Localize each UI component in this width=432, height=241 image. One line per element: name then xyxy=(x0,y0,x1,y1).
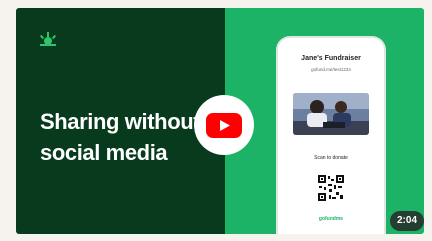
fundraiser-url: gofund.me/test1234 xyxy=(311,67,351,72)
phone-mockup: Jane's Fundraiser gofund.me/test1234 Sca… xyxy=(278,38,384,234)
headline-line-1: Sharing without xyxy=(40,109,201,134)
video-thumbnail[interactable]: Sharing without social media Jane's Fund… xyxy=(16,8,424,234)
youtube-play-icon xyxy=(206,113,242,138)
gofundme-logo-icon xyxy=(39,32,57,46)
headline: Sharing without social media xyxy=(40,106,201,168)
duration-badge: 2:04 xyxy=(390,211,424,231)
fundraiser-photo xyxy=(293,93,369,135)
play-button[interactable] xyxy=(194,95,254,155)
scan-to-donate-label: Scan to donate xyxy=(314,155,348,161)
fundraiser-title: Jane's Fundraiser xyxy=(301,55,361,62)
gofundme-wordmark: gofundme xyxy=(318,216,344,222)
headline-line-2: social media xyxy=(40,140,168,165)
qr-code xyxy=(318,175,344,201)
